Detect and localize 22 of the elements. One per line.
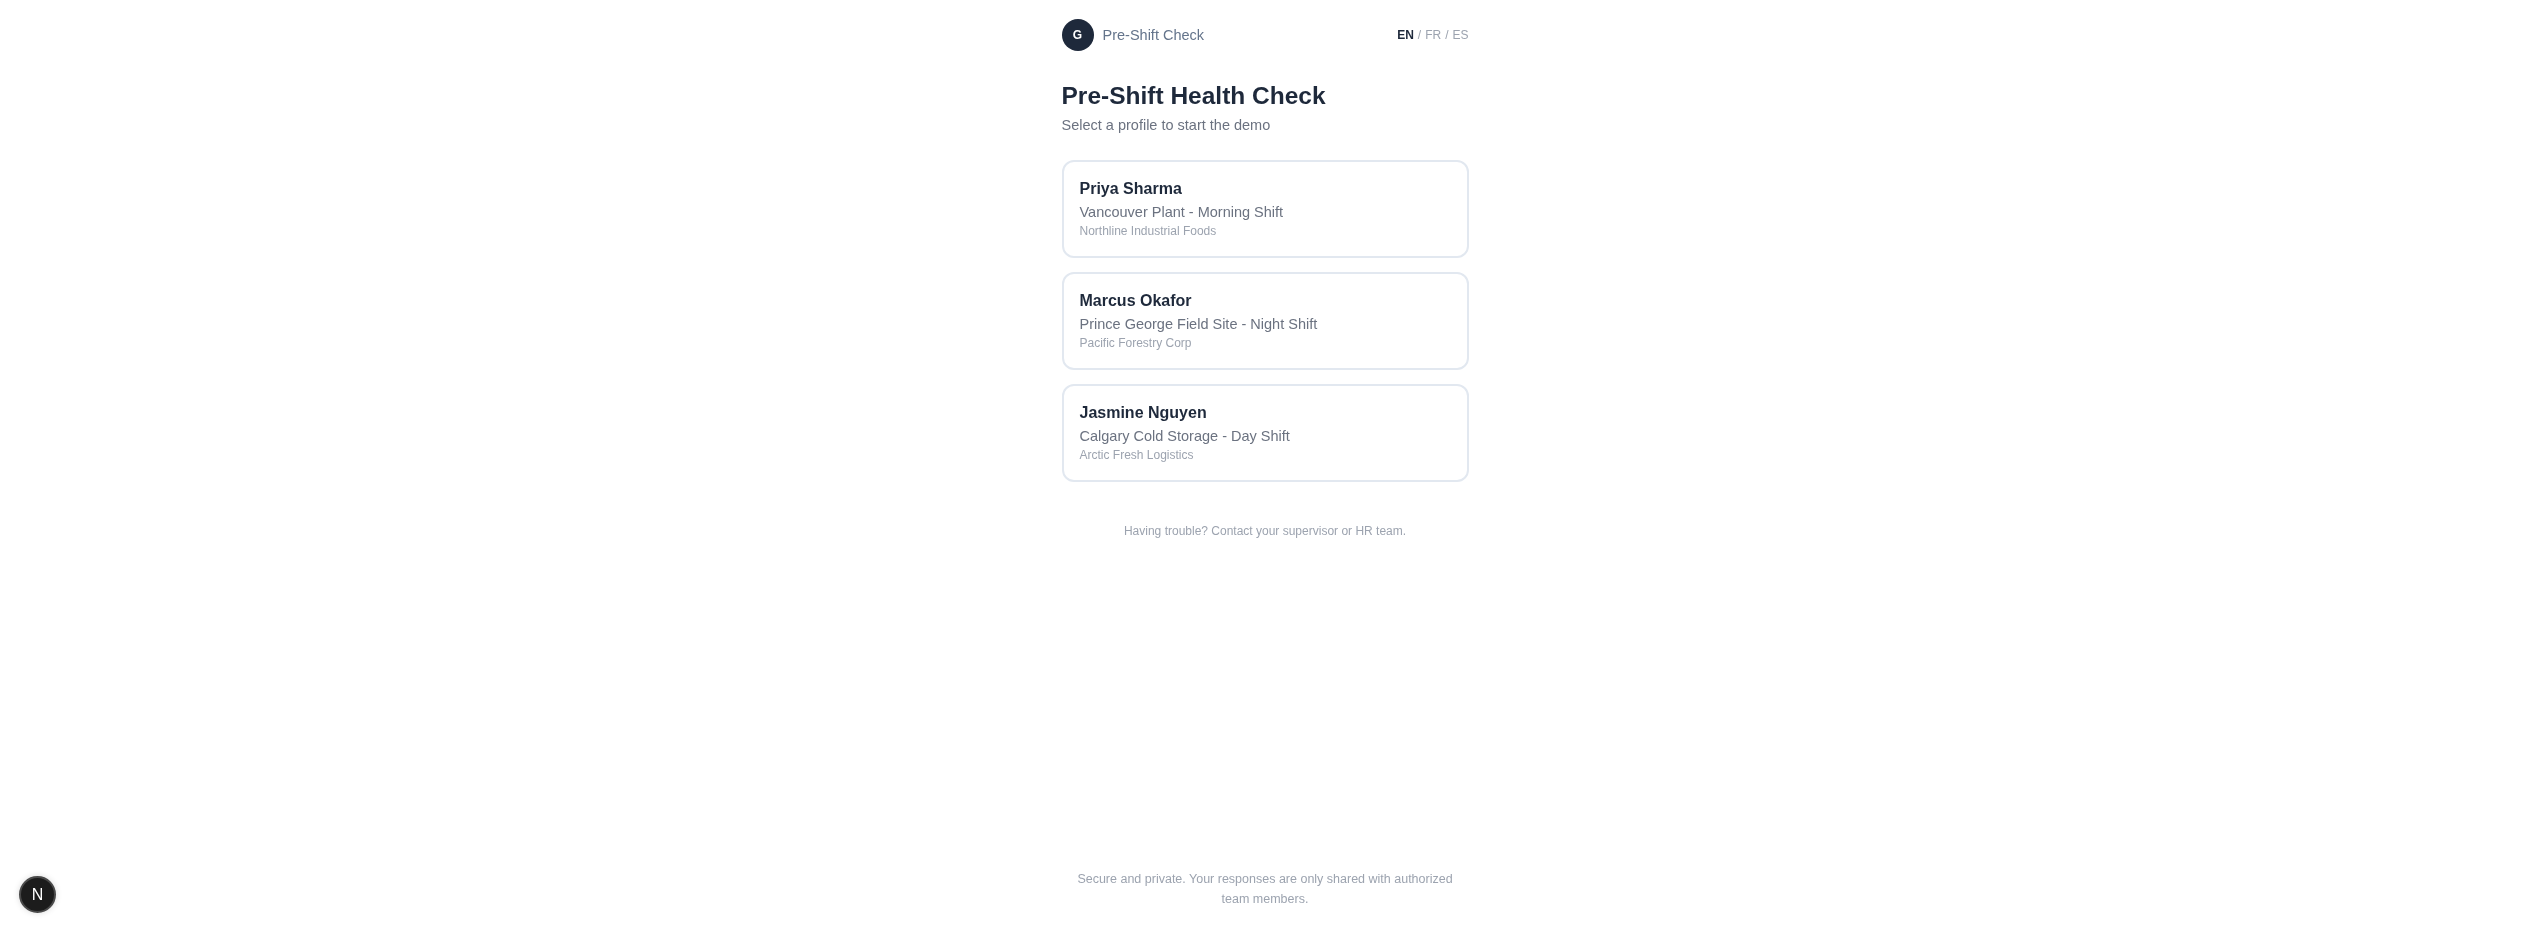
- profile-name: Jasmine Nguyen: [1079, 403, 1207, 423]
- company-name: Northline Industrial Foods: [1079, 223, 1217, 239]
- shift-location: Prince George Field Site - Night Shift: [1079, 315, 1318, 334]
- language-link[interactable]: EN: [1397, 27, 1414, 43]
- privacy-note: Secure and private. Your responses are only shared with authorized team members.: [1076, 871, 1454, 908]
- help-text: Having trouble? Contact your supervisor or HR team.: [1123, 523, 1407, 539]
- app-name: Pre-Shift Check: [1102, 26, 1205, 45]
- language-separator: /: [1445, 27, 1449, 43]
- profile-name: Marcus Okafor: [1079, 291, 1192, 311]
- profile-name: Priya Sharma: [1079, 179, 1182, 199]
- profile-card[interactable]: Marcus Okafor Prince George Field Site - Night Shift Pacific Forestry Corp: [1061, 272, 1469, 370]
- language-separator: /: [1417, 27, 1422, 43]
- shift-location: Vancouver Plant - Morning Shift: [1079, 203, 1284, 222]
- shift-location: Calgary Cold Storage - Day Shift: [1079, 427, 1290, 446]
- company-name: Arctic Fresh Logistics: [1079, 447, 1194, 463]
- page-subtitle: Select a profile to start the demo: [1061, 116, 1272, 135]
- profile-card[interactable]: Priya Sharma Vancouver Plant - Morning Shift Northline Industrial Foods: [1061, 160, 1469, 258]
- profile-card[interactable]: Jasmine Nguyen Calgary Cold Storage - Day Shift Arctic Fresh Logistics: [1061, 384, 1469, 482]
- company-name: Pacific Forestry Corp: [1079, 335, 1192, 351]
- avatar-circle: G: [1061, 19, 1094, 51]
- dev-indicator-button[interactable]: N: [19, 876, 56, 913]
- page-title: Pre-Shift Health Check: [1061, 81, 1327, 111]
